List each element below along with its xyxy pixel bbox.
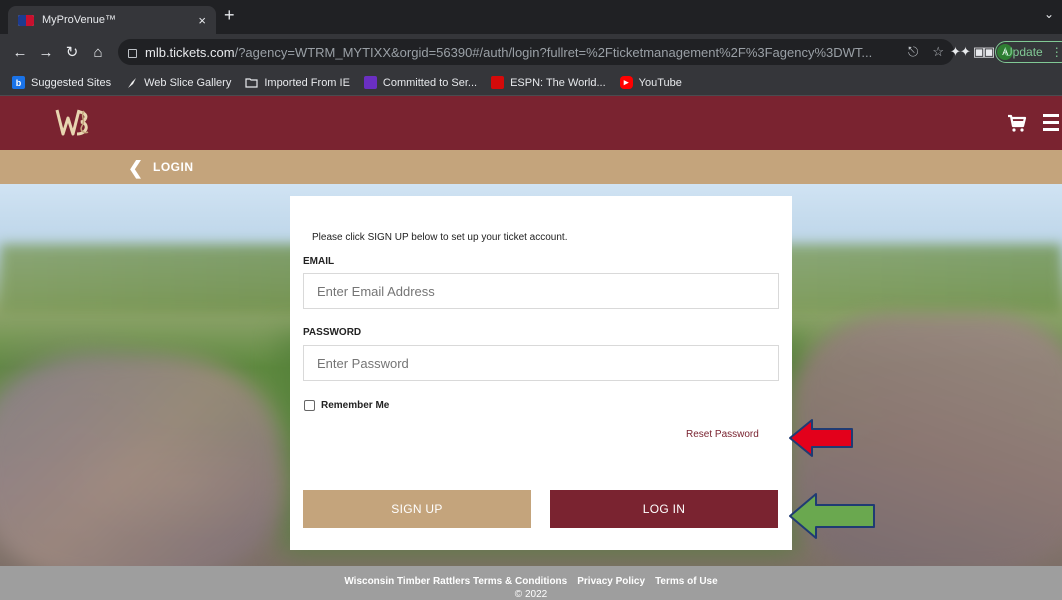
browser-tab[interactable]: MyProVenue™ × bbox=[8, 6, 216, 34]
terms-conditions-link[interactable]: Wisconsin Timber Rattlers Terms & Condit… bbox=[344, 576, 567, 587]
login-bar: ❮ LOGIN bbox=[0, 150, 1062, 184]
site-footer: Wisconsin Timber Rattlers Terms & Condit… bbox=[0, 566, 1062, 600]
back-arrow-icon[interactable]: ← bbox=[8, 44, 32, 61]
browser-toolbar: ← → ↻ ⌂ mlb.tickets.com/?agency=WTRM_MYT… bbox=[0, 34, 1062, 70]
hamburger-menu-icon[interactable] bbox=[1043, 114, 1059, 131]
tab-search-chevron-icon[interactable]: ⌄ bbox=[1044, 7, 1054, 21]
privacy-policy-link[interactable]: Privacy Policy bbox=[577, 576, 645, 587]
browser-menu-icon[interactable]: ⋮ bbox=[1051, 45, 1062, 59]
share-icon[interactable]: ⎋ bbox=[908, 44, 918, 60]
login-bar-title: LOGIN bbox=[153, 160, 194, 174]
remember-me-label: Remember Me bbox=[321, 400, 390, 411]
bookmark-label: YouTube bbox=[638, 76, 682, 89]
email-field[interactable] bbox=[303, 273, 779, 309]
update-label: Update bbox=[1004, 45, 1043, 59]
side-panel-icon[interactable]: ▣ bbox=[973, 44, 985, 60]
team-logo-icon[interactable] bbox=[54, 106, 94, 140]
log-in-button[interactable]: LOG IN bbox=[550, 490, 778, 528]
login-card: Please click SIGN UP below to set up you… bbox=[290, 196, 792, 550]
url-host: mlb.tickets.com bbox=[145, 44, 235, 60]
copyright-text: © 2022 bbox=[514, 589, 548, 600]
bookmark-youtube[interactable]: ▸ YouTube bbox=[619, 76, 682, 89]
chevron-left-icon[interactable]: ❮ bbox=[128, 158, 143, 179]
green-arrow-annotation-icon bbox=[789, 493, 875, 539]
bookmark-web-slice-gallery[interactable]: Web Slice Gallery bbox=[125, 76, 231, 89]
mlb-favicon-icon bbox=[18, 14, 34, 26]
home-icon[interactable]: ⌂ bbox=[86, 44, 110, 61]
extensions-puzzle-icon[interactable]: ✦ bbox=[950, 44, 961, 60]
bookmarks-bar: b Suggested Sites Web Slice Gallery Impo… bbox=[0, 70, 1062, 96]
browser-tab-strip: MyProVenue™ × + ⌄ bbox=[0, 0, 1062, 34]
bookmark-label: Web Slice Gallery bbox=[144, 76, 232, 89]
web-page: ❮ LOGIN Please click SIGN UP below to se… bbox=[0, 96, 1062, 600]
bookmark-label: Suggested Sites bbox=[31, 76, 112, 89]
terms-of-use-link[interactable]: Terms of Use bbox=[655, 576, 718, 587]
bookmark-committed-to-ser[interactable]: Committed to Ser... bbox=[363, 76, 478, 89]
red-arrow-annotation-icon bbox=[789, 419, 853, 457]
tab-title: MyProVenue™ bbox=[42, 14, 116, 26]
remember-me[interactable]: Remember Me bbox=[304, 400, 389, 411]
new-tab-button[interactable]: + bbox=[224, 5, 235, 26]
password-field[interactable] bbox=[303, 345, 779, 381]
site-header bbox=[0, 96, 1062, 150]
reset-password-link[interactable]: Reset Password bbox=[686, 429, 759, 440]
espn-icon bbox=[491, 76, 505, 89]
remember-me-checkbox[interactable] bbox=[304, 400, 315, 411]
bing-icon: b bbox=[12, 76, 25, 89]
password-label: PASSWORD bbox=[303, 327, 362, 338]
bookmark-star-icon[interactable]: ☆ bbox=[932, 44, 944, 60]
url-path: /?agency=WTRM_MYTIXX&orgid=56390#/auth/l… bbox=[234, 44, 873, 60]
bookmark-label: Imported From IE bbox=[264, 76, 350, 89]
lock-icon[interactable] bbox=[128, 48, 137, 58]
sign-up-button[interactable]: SIGN UP bbox=[303, 490, 531, 528]
folder-icon bbox=[245, 76, 258, 89]
tab-close-icon[interactable]: × bbox=[198, 13, 206, 28]
email-label: EMAIL bbox=[303, 256, 335, 267]
update-button[interactable]: Update ⋮ bbox=[995, 41, 1062, 63]
address-bar[interactable]: mlb.tickets.com/?agency=WTRM_MYTIXX&orgi… bbox=[118, 39, 954, 65]
site-icon bbox=[363, 76, 377, 89]
bookmark-imported-from-ie[interactable]: Imported From IE bbox=[245, 76, 350, 89]
bookmark-label: Committed to Ser... bbox=[382, 76, 478, 89]
youtube-icon: ▸ bbox=[619, 76, 633, 89]
web-slice-icon bbox=[125, 76, 138, 89]
cart-icon[interactable] bbox=[1006, 112, 1028, 134]
bookmark-label: ESPN: The World... bbox=[510, 76, 606, 89]
signup-instructions: Please click SIGN UP below to set up you… bbox=[312, 232, 568, 243]
reload-icon[interactable]: ↻ bbox=[60, 43, 84, 61]
bookmark-espn[interactable]: ESPN: The World... bbox=[491, 76, 606, 89]
bookmark-suggested-sites[interactable]: b Suggested Sites bbox=[12, 76, 111, 89]
url-text[interactable]: mlb.tickets.com/?agency=WTRM_MYTIXX&orgi… bbox=[145, 45, 900, 60]
forward-arrow-icon[interactable]: → bbox=[34, 44, 58, 61]
